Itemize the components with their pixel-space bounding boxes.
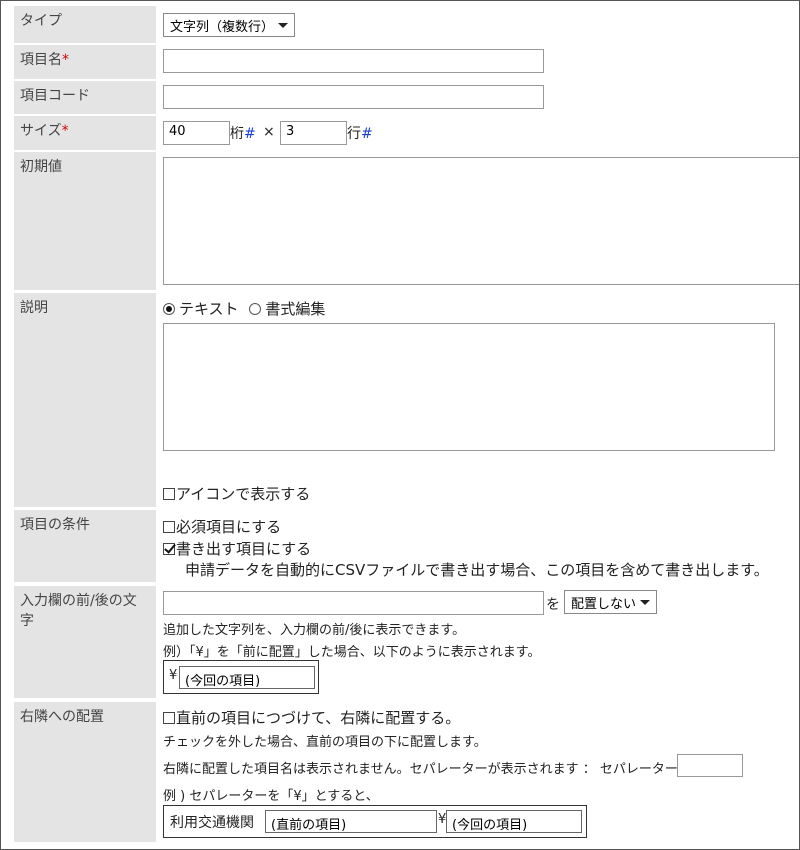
label-initial-value: 初期値 [14,152,156,290]
label-initial-value-text: 初期値 [20,159,62,175]
label-size: サイズ* [14,116,156,150]
size-cols-unit-text: 桁 [230,126,244,142]
align-example-box: 利用交通機関 (直前の項目) ¥ (今回の項目) [163,805,587,838]
size-rows-unit: 行# [347,123,373,143]
export-checkbox-label: 書き出す項目にする [176,540,312,558]
align-right-checkbox[interactable] [163,712,175,724]
show-icon-checkbox-row[interactable]: アイコンで表示する [163,483,310,504]
export-checkbox-row[interactable]: 書き出す項目にする [163,538,311,559]
prefix-suffix-help1: 追加した文字列を、入力欄の前/後に表示できます。 [163,623,466,638]
prefix-example-field: (今回の項目) [179,666,315,689]
initial-value-textarea[interactable] [163,157,799,285]
description-textarea[interactable] [163,323,775,451]
description-format-radios: テキスト 書式編集 [163,298,325,319]
label-condition-text: 項目の条件 [20,517,90,533]
label-prefix-suffix-text: 入力欄の前/後の文字 [20,593,137,629]
label-item-name: 項目名* [14,45,156,79]
size-cols-hash: # [244,126,256,142]
prefix-example-box: ¥ (今回の項目) [163,660,319,694]
required-mark: * [62,52,69,68]
size-rows-hash: # [361,126,373,142]
form-frame: タイプ 文字列（複数行） 項目名* 項目コード サイズ* 40 桁# × 3 行… [0,0,800,850]
label-description-text: 説明 [20,300,48,316]
label-condition: 項目の条件 [14,510,156,582]
label-align-right-text: 右隣への配置 [20,709,104,725]
export-checkbox[interactable] [163,543,175,555]
align-example-prev-field: (直前の項目) [265,810,437,833]
size-rows-unit-text: 行 [347,126,361,142]
required-checkbox-label: 必須項目にする [176,518,282,536]
label-item-code-text: 項目コード [20,88,90,104]
prefix-suffix-help2: 例）「¥」を「前に配置」した場合、以下のように表示されます。 [163,645,541,660]
align-right-help3: 例 ) セパレーターを「¥」とすると、 [163,789,379,804]
prefix-suffix-wo: を [546,597,560,613]
align-example-label: 利用交通機関 [170,815,254,831]
prefix-suffix-input[interactable] [163,591,544,615]
type-select-value: 文字列（複数行） [170,20,275,35]
show-icon-label: アイコンで表示する [176,485,311,503]
size-times: × [263,124,275,140]
chevron-down-icon [278,23,288,28]
label-type: タイプ [14,6,156,43]
label-prefix-suffix: 入力欄の前/後の文字 [14,586,156,698]
radio-text-label: テキスト [179,300,239,318]
size-rows-input[interactable]: 3 [280,121,347,145]
align-right-help1: チェックを外した場合、直前の項目の下に配置します。 [163,735,487,750]
show-icon-checkbox[interactable] [163,488,175,500]
separator-input[interactable] [677,754,743,777]
required-mark: * [61,123,69,139]
align-right-checkbox-row[interactable]: 直前の項目につづけて、右隣に配置する。 [163,707,460,728]
chevron-down-icon [640,600,650,605]
align-example-curr-field: (今回の項目) [446,810,582,833]
item-code-input[interactable] [163,85,544,109]
align-right-checkbox-label: 直前の項目につづけて、右隣に配置する。 [176,709,461,727]
radio-rich-option[interactable]: 書式編集 [249,300,325,318]
radio-text[interactable] [163,303,175,315]
label-align-right: 右隣への配置 [14,702,156,842]
export-note: 申請データを自動的にCSVファイルで書き出す場合、この項目を含めて書き出します。 [185,561,769,579]
radio-rich-label: 書式編集 [265,300,326,318]
radio-rich[interactable] [249,303,262,315]
label-item-code: 項目コード [14,81,156,114]
placement-select-value: 配置しない [571,597,637,612]
size-cols-input[interactable]: 40 [163,121,230,145]
placement-select[interactable]: 配置しない [564,590,657,614]
label-item-name-text: 項目名 [20,52,62,68]
label-type-text: タイプ [20,13,62,29]
required-checkbox-row[interactable]: 必須項目にする [163,516,281,537]
label-size-text: サイズ [20,123,62,139]
type-select[interactable]: 文字列（複数行） [163,13,295,37]
item-name-input[interactable] [163,49,544,73]
size-cols-unit: 桁# [230,123,256,143]
required-checkbox[interactable] [163,521,175,533]
radio-text-option[interactable]: テキスト [163,300,239,318]
align-right-help2: 右隣に配置した項目名は表示されません。セパレーターが表示されます ： セパレータ… [163,762,678,777]
prefix-example-yen: ¥ [169,668,178,683]
label-description: 説明 [14,293,156,507]
